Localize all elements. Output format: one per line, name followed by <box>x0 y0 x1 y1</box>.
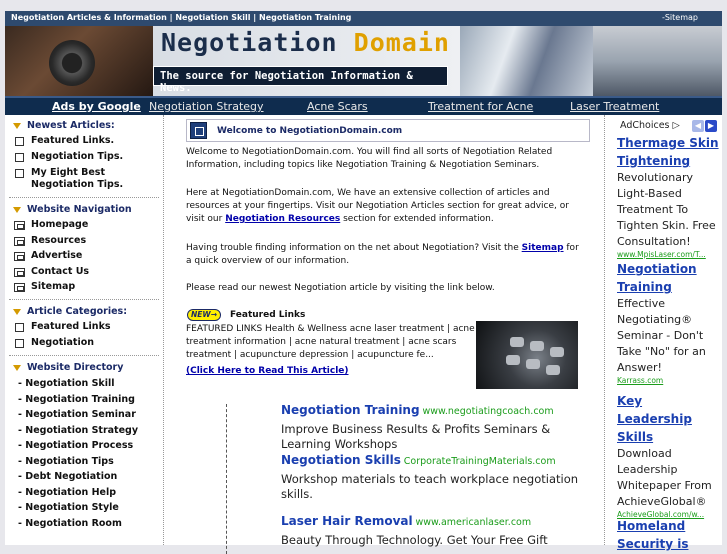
document-icon <box>15 153 24 162</box>
document-icon <box>15 169 24 178</box>
site-title[interactable]: Negotiation Domain <box>161 28 450 57</box>
resources-paragraph: Here at NegotiationDomain.com, We have a… <box>186 188 569 224</box>
ad-body: Workshop materials to teach workplace ne… <box>281 472 579 501</box>
page-icon <box>14 236 25 246</box>
ad-title[interactable]: Negotiation Training <box>281 403 420 417</box>
top-bar-links[interactable]: Negotiation Articles & Information | Neg… <box>11 13 351 22</box>
sidebar-item-resources[interactable]: Resources <box>5 235 163 247</box>
ad-title[interactable]: Laser Hair Removal <box>281 514 413 528</box>
directory-link[interactable]: - Negotiation Tips <box>5 454 163 470</box>
directory-link[interactable]: - Negotiation Strategy <box>5 423 163 439</box>
sitemap-link[interactable]: -Sitemap <box>662 13 698 22</box>
read-article-link[interactable]: (Click Here to Read This Article) <box>186 365 349 378</box>
article-categories-heading: Article Categories: <box>5 306 163 317</box>
document-icon <box>15 137 24 146</box>
ad-block[interactable]: Negotiation Skills CorporateTrainingMate… <box>281 454 581 502</box>
left-sidebar: Newest Articles: Featured Links. Negotia… <box>5 115 163 545</box>
featured-article-excerpt: FEATURED LINKS Health & Wellness acne la… <box>186 324 475 360</box>
side-ad-title[interactable]: Negotiation Training <box>617 260 720 296</box>
main-content: Welcome to NegotiationDomain.com Welcome… <box>186 115 590 554</box>
content-area: Newest Articles: Featured Links. Negotia… <box>5 115 722 554</box>
right-ads: AdChoices ▷ ◀ ▶ Thermage Skin Tightening… <box>617 115 722 551</box>
side-ad-url[interactable]: Karrass.com <box>617 376 720 385</box>
page-icon <box>14 252 25 261</box>
nav-link-acne-scars[interactable]: Acne Scars <box>307 100 368 113</box>
negotiation-resources-link[interactable]: Negotiation Resources <box>225 214 340 224</box>
directory-link[interactable]: - Negotiation Skill <box>5 376 163 392</box>
directory-link[interactable]: - Negotiation Training <box>5 392 163 408</box>
new-badge: NEW→ <box>187 309 221 321</box>
sidebar-item-homepage[interactable]: Homepage <box>5 219 163 231</box>
left-divider <box>163 115 164 545</box>
side-ad-title[interactable]: Homeland Security is <box>617 517 720 553</box>
side-ad[interactable]: Homeland Security is <box>617 517 720 553</box>
sitemap-paragraph: Having trouble finding information on th… <box>186 243 579 266</box>
page-icon <box>14 283 25 292</box>
newest-article-link[interactable]: My Eight Best Negotiation Tips. <box>5 167 163 191</box>
sitemap-inline-link[interactable]: Sitemap <box>522 243 564 253</box>
featured-article-title[interactable]: Featured Links <box>230 309 305 322</box>
ad-block[interactable]: Negotiation Training www.negotiatingcoac… <box>281 404 581 452</box>
directory-link[interactable]: - Negotiation Help <box>5 485 163 501</box>
nav-link-negotiation-strategy[interactable]: Negotiation Strategy <box>149 100 264 113</box>
welcome-title: Welcome to NegotiationDomain.com <box>217 126 403 136</box>
document-icon <box>15 339 24 348</box>
side-ad-body: Revolutionary Light-Based Treatment To T… <box>617 171 716 248</box>
welcome-header: Welcome to NegotiationDomain.com <box>186 119 590 142</box>
intro-paragraph: Welcome to NegotiationDomain.com. You wi… <box>186 147 553 170</box>
handshake-photo <box>460 26 593 96</box>
directory-link[interactable]: - Debt Negotiation <box>5 469 163 485</box>
side-ad-body: Effective Negotiating® Seminar - Don't T… <box>617 297 706 374</box>
meeting-photo <box>593 26 722 96</box>
banner-title-area: Negotiation Domain The source for Negoti… <box>153 26 460 96</box>
sidebar-item-advertise[interactable]: Advertise <box>5 250 163 262</box>
newest-article-link[interactable]: Featured Links. <box>5 135 163 147</box>
directory-link[interactable]: - Negotiation Seminar <box>5 407 163 423</box>
ad-domain[interactable]: www.negotiatingcoach.com <box>422 406 553 417</box>
site-tagline: The source for Negotiation Information &… <box>153 66 448 94</box>
right-divider <box>604 115 605 545</box>
side-ad[interactable]: Negotiation Training Effective Negotiati… <box>617 260 720 385</box>
side-ad[interactable]: Key Leadership Skills Download Leadershi… <box>617 392 720 519</box>
ad-domain[interactable]: CorporateTrainingMaterials.com <box>404 456 556 467</box>
ad-title[interactable]: Negotiation Skills <box>281 453 401 467</box>
ad-domain[interactable]: www.americanlaser.com <box>416 517 532 528</box>
adchoices-label[interactable]: AdChoices ▷ <box>620 120 680 131</box>
newest-article-link[interactable]: Negotiation Tips. <box>5 151 163 163</box>
nav-bar: Ads by Google Negotiation Strategy Acne … <box>5 96 722 115</box>
ad-body: Beauty Through Technology. Get Your Free… <box>281 533 548 547</box>
sidebar-item-contact-us[interactable]: Contact Us <box>5 266 163 278</box>
newest-articles-heading: Newest Articles: <box>5 120 163 131</box>
sponsored-ads: Negotiation Training www.negotiatingcoac… <box>226 404 588 554</box>
category-link[interactable]: Negotiation <box>5 337 163 349</box>
expand-icon <box>190 122 207 139</box>
sidebar-item-sitemap[interactable]: Sitemap <box>5 281 163 293</box>
side-ad[interactable]: Thermage Skin Tightening Revolutionary L… <box>617 134 720 259</box>
document-icon <box>15 323 24 332</box>
page-icon <box>14 221 25 230</box>
keypad-photo <box>476 321 578 389</box>
side-ad-body: Download Leadership Whitepaper From Achi… <box>617 447 712 508</box>
category-link[interactable]: Featured Links <box>5 321 163 333</box>
ad-block[interactable]: Laser Hair Removal www.americanlaser.com… <box>281 515 581 548</box>
nav-link-laser-treatment[interactable]: Laser Treatment <box>570 100 659 113</box>
side-ad-title[interactable]: Key Leadership Skills <box>617 392 720 446</box>
website-navigation-heading: Website Navigation <box>5 204 163 215</box>
page-icon <box>14 267 25 277</box>
newest-article-paragraph: Please read our newest Negotiation artic… <box>186 283 495 293</box>
nav-link-treatment-for-acne[interactable]: Treatment for Acne <box>428 100 533 113</box>
ad-body: Improve Business Results & Profits Semin… <box>281 422 551 451</box>
site-banner: Negotiation Domain The source for Negoti… <box>5 26 722 96</box>
top-bar: Negotiation Articles & Information | Neg… <box>5 11 722 26</box>
next-arrow-icon[interactable]: ▶ <box>705 120 717 132</box>
side-ad-url[interactable]: www.MpisLaser.com/T... <box>617 250 720 259</box>
website-directory-heading: Website Directory <box>5 362 163 373</box>
directory-link[interactable]: - Negotiation Process <box>5 438 163 454</box>
directory-link[interactable]: - Negotiation Style <box>5 500 163 516</box>
telephone-photo <box>5 26 153 96</box>
ads-by-google-link[interactable]: Ads by Google <box>52 100 141 113</box>
side-ad-title[interactable]: Thermage Skin Tightening <box>617 134 720 170</box>
prev-arrow-icon[interactable]: ◀ <box>692 120 704 132</box>
directory-link[interactable]: - Negotiation Room <box>5 516 163 532</box>
